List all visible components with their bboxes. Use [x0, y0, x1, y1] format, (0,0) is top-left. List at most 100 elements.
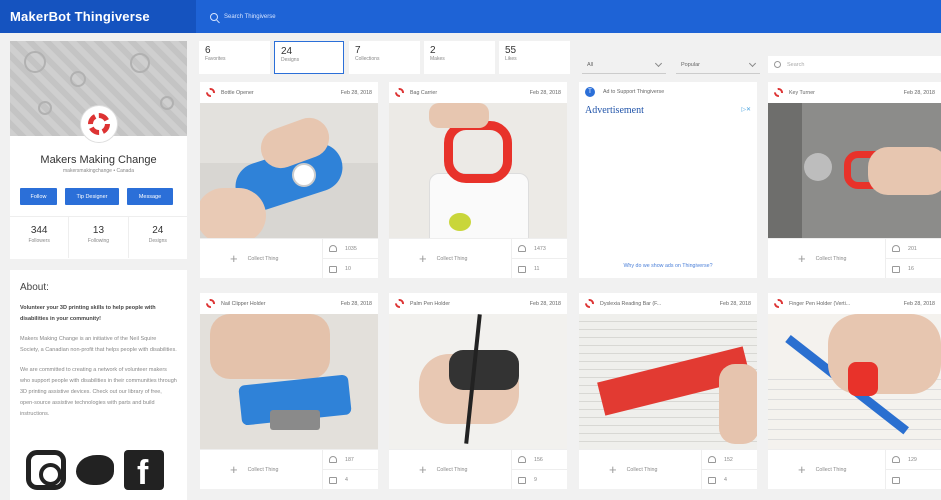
designs-label: Designs [148, 238, 167, 244]
thing-title[interactable]: Finger Pen Holder (Verti... [789, 301, 850, 307]
avatar [80, 105, 118, 143]
collect-thing-button[interactable]: + Collect Thing [200, 239, 322, 278]
thing-date: Feb 28, 2018 [340, 89, 372, 96]
following-stat[interactable]: 13 Following [69, 217, 129, 258]
following-count: 13 [92, 225, 105, 236]
thing-date: Feb 28, 2018 [529, 89, 561, 96]
advertisement-label[interactable]: Advertisement [579, 105, 757, 116]
designs-search-input[interactable]: Search [768, 56, 941, 73]
tab-likes[interactable]: 55 Likes [499, 41, 570, 74]
like-count: 1035 [345, 245, 357, 252]
collect-label: Collect Thing [626, 466, 658, 473]
followers-stat[interactable]: 344 Followers [10, 217, 70, 258]
tab-collections[interactable]: 7 Collections [349, 41, 420, 74]
collect-thing-button[interactable]: + Collect Thing [389, 239, 511, 278]
like-button[interactable]: 1035 [323, 239, 378, 259]
thing-card[interactable]: Bottle Opener Feb 28, 2018 + Collect Thing… [200, 82, 378, 278]
like-button[interactable]: 129 [886, 450, 941, 470]
thing-date: Feb 28, 2018 [719, 300, 751, 307]
comment-button[interactable]: 4 [702, 470, 757, 490]
why-ads-link[interactable]: Why do we show ads on Thingiverse? [579, 263, 757, 269]
thing-card[interactable]: Bag Carrier Feb 28, 2018 + Collect Thing 1… [389, 82, 567, 278]
thing-card[interactable]: Finger Pen Holder (Verti... Feb 28, 2018 … [768, 293, 941, 489]
thing-card[interactable]: Key Turner Feb 28, 2018 + Collect Thing 20… [768, 82, 941, 278]
thing-title[interactable]: Bottle Opener [221, 90, 254, 96]
designer-gear-icon [585, 299, 594, 308]
message-button[interactable]: Message [127, 188, 173, 205]
thing-image[interactable] [768, 103, 941, 238]
comment-icon [518, 476, 526, 484]
like-button[interactable]: 152 [702, 450, 757, 470]
category-select[interactable]: All [582, 57, 666, 74]
designer-gear-icon [206, 299, 215, 308]
comment-button[interactable]: 4 [323, 470, 378, 490]
tab-designs[interactable]: 24 Designs [274, 41, 344, 74]
collect-thing-button[interactable]: + Collect Thing [389, 450, 511, 489]
collect-label: Collect Thing [247, 255, 279, 262]
comment-button[interactable]: 16 [886, 259, 941, 279]
profile-name: Makers Making Change [40, 154, 157, 166]
followers-count: 344 [30, 225, 48, 236]
tip-designer-button[interactable]: Tip Designer [65, 188, 119, 205]
designer-gear-icon [395, 88, 404, 97]
profile-subtitle: makersmakingchange • Canada [63, 168, 134, 174]
ad-card: T Ad to Support Thingiverse Advertisement… [579, 82, 757, 278]
thingiverse-t-icon: T [585, 87, 595, 97]
collect-thing-button[interactable]: + Collect Thing [200, 450, 322, 489]
like-button[interactable]: 201 [886, 239, 941, 259]
tab-designs-label: Designs [281, 57, 300, 63]
twitter-icon[interactable] [76, 455, 114, 485]
thing-card[interactable]: Palm Pen Holder Feb 28, 2018 + Collect Thi… [389, 293, 567, 489]
designs-stat[interactable]: 24 Designs [129, 217, 187, 258]
comment-button[interactable]: 9 [512, 470, 567, 490]
follow-button[interactable]: Follow [20, 188, 57, 205]
like-button[interactable]: 187 [323, 450, 378, 470]
tab-favorites[interactable]: 6 Favorites [199, 41, 270, 74]
tab-favorites-label: Favorites [205, 56, 226, 62]
following-label: Following [87, 238, 110, 244]
thing-title[interactable]: Palm Pen Holder [410, 301, 450, 307]
thing-image[interactable] [200, 314, 378, 449]
thing-title[interactable]: Key Turner [789, 90, 815, 96]
heart-icon [892, 245, 900, 252]
tab-makes-label: Makes [430, 56, 445, 62]
thing-date: Feb 28, 2018 [340, 300, 372, 307]
profile-stats: 344 Followers 13 Following 24 Designs [10, 216, 187, 258]
thing-image[interactable] [768, 314, 941, 449]
search-icon [774, 61, 781, 68]
thing-image[interactable] [389, 103, 567, 238]
thingiverse-logo[interactable]: MakerBot Thingiverse [0, 0, 196, 33]
comment-count: 9 [534, 477, 537, 483]
ad-choices-icon[interactable]: ▷✕ [741, 106, 751, 113]
thing-image[interactable] [389, 314, 567, 449]
thing-image[interactable] [579, 314, 757, 449]
tab-collections-count: 7 [355, 45, 361, 56]
thing-card[interactable]: Dyslexia Reading Bar (F... Feb 28, 2018 +… [579, 293, 757, 489]
like-button[interactable]: 1473 [512, 239, 567, 259]
instagram-icon[interactable] [26, 450, 66, 490]
comment-button[interactable]: 11 [512, 259, 567, 279]
top-navbar: MakerBot Thingiverse Search Thingiverse [0, 0, 941, 33]
global-search[interactable]: Search Thingiverse [210, 12, 276, 21]
thing-image[interactable] [200, 103, 378, 238]
tab-makes-count: 2 [430, 45, 436, 56]
like-button[interactable]: 156 [512, 450, 567, 470]
collect-thing-button[interactable]: + Collect Thing [768, 450, 885, 489]
comment-button[interactable]: 10 [323, 259, 378, 279]
about-paragraph-1: Makers Making Change is an initiative of… [20, 336, 177, 353]
thing-title[interactable]: Dyslexia Reading Bar (F... [600, 301, 661, 307]
plus-icon: + [798, 462, 806, 477]
facebook-icon[interactable] [124, 450, 164, 493]
thing-card[interactable]: Nail Clipper Holder Feb 28, 2018 + Collect… [200, 293, 378, 489]
heart-icon [329, 245, 337, 252]
plus-icon: + [419, 462, 427, 477]
tab-makes[interactable]: 2 Makes [424, 41, 495, 74]
comment-icon [892, 476, 900, 484]
collect-thing-button[interactable]: + Collect Thing [579, 450, 701, 489]
collect-thing-button[interactable]: + Collect Thing [768, 239, 885, 278]
comment-button[interactable] [886, 470, 941, 490]
plus-icon: + [798, 251, 806, 266]
thing-title[interactable]: Nail Clipper Holder [221, 301, 265, 307]
thing-title[interactable]: Bag Carrier [410, 90, 437, 96]
sort-select[interactable]: Popular [676, 57, 760, 74]
